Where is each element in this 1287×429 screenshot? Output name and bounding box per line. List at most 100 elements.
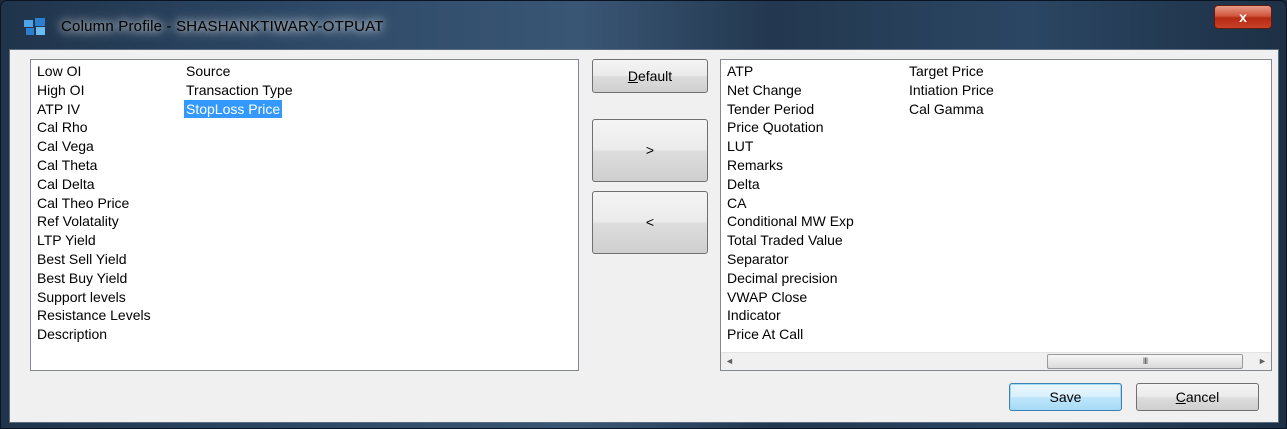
list-item[interactable]: LUT bbox=[725, 137, 856, 156]
selected-list-item-label: StopLoss Price bbox=[184, 99, 283, 119]
available-columns-col1: Low OI High OI ATP IV Cal Rho Cal Vega Cal Th… bbox=[35, 62, 153, 344]
list-item[interactable]: Price Quotation bbox=[725, 118, 856, 137]
list-item[interactable]: ATP IV bbox=[35, 100, 153, 119]
list-item[interactable]: Target Price bbox=[907, 62, 996, 81]
remove-arrow-icon: < bbox=[645, 214, 655, 230]
list-item-label: ATP IV bbox=[37, 100, 81, 117]
scrollbar-thumb[interactable]: III bbox=[1047, 354, 1243, 369]
list-item-label: Cal Theta bbox=[37, 156, 98, 173]
list-item[interactable]: Total Traded Value bbox=[725, 231, 856, 250]
list-item-label: Conditional MW Exp bbox=[727, 213, 854, 230]
list-item[interactable]: Separator bbox=[725, 250, 856, 269]
list-item-label: Tender Period bbox=[727, 100, 815, 117]
list-item[interactable]: Cal Delta bbox=[35, 175, 153, 194]
list-item[interactable]: Remarks bbox=[725, 156, 856, 175]
list-item-label: Price At Call bbox=[727, 326, 804, 343]
list-item-label: LTP Yield bbox=[37, 232, 96, 249]
list-item-label: LUT bbox=[727, 138, 754, 155]
list-item-label: Description bbox=[37, 326, 108, 343]
list-item-label: Total Traded Value bbox=[727, 232, 843, 249]
list-item[interactable]: Source bbox=[184, 62, 295, 81]
list-item[interactable]: LTP Yield bbox=[35, 231, 153, 250]
list-item-label: Cal Vega bbox=[37, 138, 94, 155]
displayed-columns-list[interactable]: ATP Net Change Tender Period Price Quotatio… bbox=[720, 59, 1272, 371]
list-item[interactable]: Cal Rho bbox=[35, 118, 153, 137]
list-item-label: ATP bbox=[727, 63, 754, 79]
dialog-client-area: Low OI High OI ATP IV Cal Rho Cal Vega Cal Th… bbox=[9, 49, 1279, 423]
list-item[interactable]: CA bbox=[725, 194, 856, 213]
list-item-label: High OI bbox=[37, 81, 85, 98]
list-item-label: Cal Rho bbox=[37, 119, 88, 136]
list-item-label: Target Price bbox=[909, 63, 984, 79]
list-item-label: Separator bbox=[727, 250, 789, 267]
list-item-label: Delta bbox=[727, 175, 760, 192]
add-arrow-icon: > bbox=[645, 142, 655, 158]
list-item[interactable]: VWAP Close bbox=[725, 288, 856, 307]
list-item[interactable]: Low OI bbox=[35, 62, 153, 81]
cancel-button-label: ancel bbox=[1185, 389, 1220, 405]
list-item-label: Intiation Price bbox=[909, 81, 994, 98]
list-item-label: Support levels bbox=[37, 288, 126, 305]
list-item[interactable]: Net Change bbox=[725, 81, 856, 100]
close-icon: x bbox=[1239, 9, 1247, 25]
default-button[interactable]: Default bbox=[592, 59, 708, 93]
list-item[interactable]: Cal Theo Price bbox=[35, 194, 153, 213]
horizontal-scrollbar[interactable]: ◄ III ► bbox=[721, 352, 1271, 370]
cancel-button-accel: C bbox=[1175, 389, 1186, 405]
add-column-button[interactable]: > bbox=[592, 119, 708, 182]
list-item[interactable]: Best Buy Yield bbox=[35, 269, 153, 288]
list-item[interactable]: Best Sell Yield bbox=[35, 250, 153, 269]
list-item-label: Price Quotation bbox=[727, 119, 824, 136]
window-title: Column Profile - SHASHANKTIWARY-OTPUAT bbox=[61, 18, 384, 35]
list-item[interactable]: Decimal precision bbox=[725, 269, 856, 288]
list-item[interactable]: Price At Call bbox=[725, 325, 856, 344]
list-item[interactable]: Cal Gamma bbox=[907, 100, 996, 119]
displayed-columns-col2: Target Price Intiation Price Cal Gamma bbox=[907, 62, 996, 118]
remove-column-button[interactable]: < bbox=[592, 191, 708, 254]
list-item[interactable]: Delta bbox=[725, 175, 856, 194]
list-item-label: Ref Volatality bbox=[37, 213, 119, 230]
list-item[interactable]: Resistance Levels bbox=[35, 306, 153, 325]
list-item[interactable]: ATP bbox=[725, 62, 856, 81]
list-item-label: Low OI bbox=[37, 63, 82, 79]
list-item-label: Cal Delta bbox=[37, 175, 95, 192]
close-button[interactable]: x bbox=[1214, 5, 1272, 29]
list-item[interactable]: Intiation Price bbox=[907, 81, 996, 100]
list-item[interactable]: Support levels bbox=[35, 288, 153, 307]
list-item[interactable]: Tender Period bbox=[725, 100, 856, 119]
default-button-label: efault bbox=[637, 68, 673, 84]
list-item[interactable]: Description bbox=[35, 325, 153, 344]
list-item[interactable]: Cal Vega bbox=[35, 137, 153, 156]
list-item[interactable]: Cal Theta bbox=[35, 156, 153, 175]
list-item-label: Cal Theo Price bbox=[37, 194, 130, 211]
available-columns-col2: Source Transaction Type StopLoss Price bbox=[184, 62, 295, 119]
list-item-label: Best Sell Yield bbox=[37, 250, 127, 267]
list-item-label: CA bbox=[727, 194, 747, 211]
list-item[interactable]: Ref Volatality bbox=[35, 212, 153, 231]
list-item[interactable]: High OI bbox=[35, 81, 153, 100]
title-bar[interactable]: Column Profile - SHASHANKTIWARY-OTPUAT x bbox=[1, 1, 1286, 49]
list-item[interactable]: Transaction Type bbox=[184, 81, 295, 100]
available-columns-list[interactable]: Low OI High OI ATP IV Cal Rho Cal Vega Cal Th… bbox=[30, 59, 579, 371]
save-button[interactable]: Save bbox=[1009, 383, 1122, 411]
list-item-label: Best Buy Yield bbox=[37, 269, 128, 286]
list-item-label: Resistance Levels bbox=[37, 307, 151, 324]
list-item-label: Source bbox=[186, 63, 231, 79]
list-item-label: VWAP Close bbox=[727, 288, 808, 305]
cancel-button[interactable]: Cancel bbox=[1136, 383, 1259, 411]
list-item-label: Decimal precision bbox=[727, 269, 838, 286]
default-button-accel: D bbox=[627, 68, 638, 84]
list-item[interactable]: StopLoss Price bbox=[184, 99, 295, 119]
list-item-label: Net Change bbox=[727, 81, 802, 98]
list-item[interactable]: Indicator bbox=[725, 306, 856, 325]
grid-app-icon bbox=[24, 18, 45, 35]
list-item-label: Indicator bbox=[727, 307, 781, 324]
scroll-right-arrow-icon[interactable]: ► bbox=[1254, 353, 1271, 370]
list-item-label: Remarks bbox=[727, 156, 784, 173]
column-profile-window: Column Profile - SHASHANKTIWARY-OTPUAT x… bbox=[0, 0, 1287, 429]
list-item-label: Cal Gamma bbox=[909, 100, 984, 117]
list-item[interactable]: Conditional MW Exp bbox=[725, 212, 856, 231]
scroll-left-arrow-icon[interactable]: ◄ bbox=[721, 353, 738, 370]
list-item-label: Transaction Type bbox=[186, 81, 293, 98]
displayed-columns-col1: ATP Net Change Tender Period Price Quotatio… bbox=[725, 62, 856, 344]
